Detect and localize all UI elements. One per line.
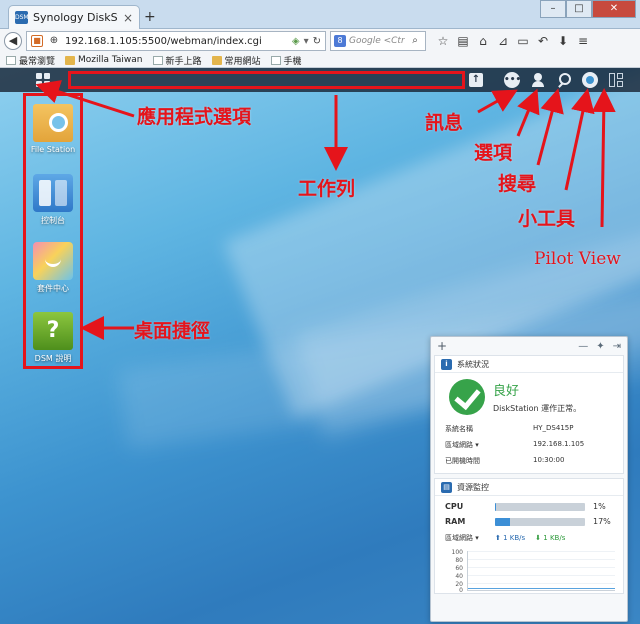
page-icon [270,55,281,65]
status-row: 良好 DiskStation 運作正常。 [435,373,623,421]
annotation-pilot-view: Pilot View [534,249,621,269]
tab-title: Synology DiskStation - H... [33,11,118,24]
search-bar[interactable]: 8 Google <Ctrl+K> ⌕ [330,31,426,51]
axis-tick: 0 [459,587,463,594]
toolbar-icons: ☆ ▤ ⌂ ⊿ ▭ ↶ ⬇ ≡ [436,33,590,49]
bookmark-item[interactable]: 最常瀏覽 [6,54,55,67]
back-icon[interactable]: ◀ [4,32,22,50]
home-icon[interactable]: ⌂ [476,33,490,49]
annotation-options: 選項 [474,142,513,164]
page-icon [6,55,16,65]
bookmark-item[interactable]: 手機 [270,54,302,67]
info-row[interactable]: 區域網路 ▾ 192.168.1.105 [435,437,623,453]
annotation-taskbar: 工作列 [298,178,356,200]
search-engine-icon[interactable]: 8 [334,35,346,47]
dsm-desktop[interactable]: ↑ ••• File Station 控制台 套件中心 ? DSM 說明 應用程… [0,68,640,624]
annotation-desktop-shortcuts: 桌面捷徑 [134,320,211,342]
browser-titlebar: DSM Synology DiskStation - H... × + – □ … [0,0,640,29]
annotation-widgets: 小工具 [518,208,576,230]
chat-icon[interactable]: ▭ [516,33,530,49]
network-row[interactable]: 區域網路 ▾ ⬆ 1 KB/s ⬇ 1 KB/s [435,529,623,547]
download-icon[interactable]: ⬇ [556,33,570,49]
upload-speed: ⬆ 1 KB/s [495,534,526,542]
bookmark-list-icon[interactable]: ▤ [456,33,470,49]
minimize-icon[interactable]: – [540,0,566,18]
minimize-icon[interactable]: — [578,341,588,352]
widget-title-bar: i 系統狀況 [435,356,623,373]
folder-icon [65,55,76,65]
system-status-widget: i 系統狀況 良好 DiskStation 運作正常。 系統名稱 HY_DS41… [434,355,624,474]
cpu-bar-fill [495,502,496,511]
url-text[interactable]: 192.168.1.105:5500/webman/index.cgi [65,36,288,47]
network-chart: 100 80 60 40 20 0 [443,549,615,594]
annotation-messages: 訊息 [425,112,464,134]
undo-icon[interactable]: ↶ [536,33,550,49]
widget-title-bar: ▤ 資源監控 [435,479,623,496]
axis-tick: 80 [455,557,463,564]
axis-tick: 40 [455,573,463,580]
tab-close-icon[interactable]: × [123,11,133,25]
info-row: 已開機時間 10:30:00 [445,456,565,465]
bookmark-item[interactable]: 新手上路 [152,54,202,67]
addon-icon[interactable]: ■ [31,35,43,47]
monitor-icon: ▤ [441,481,452,493]
page-icon [152,55,163,65]
widget-panel: + — ✦ ⇥ i 系統狀況 良好 DiskStation 運作正常。 系統名稱… [430,336,628,622]
maximize-icon[interactable]: □ [566,0,592,18]
status-message: DiskStation 運作正常。 [493,404,582,413]
crop-icon[interactable]: ⊿ [496,33,510,49]
site-identity-icon[interactable]: ⊕ [47,33,61,49]
widget-title: 系統狀況 [457,359,489,369]
chart-line [468,588,615,589]
shield-icon[interactable]: ◈ [292,36,300,47]
bookmarks-bar: 最常瀏覽 Mozilla Taiwan 新手上路 常用網站 手機 [0,53,640,68]
chart-axis: 100 80 60 40 20 0 [443,549,465,594]
resource-monitor-widget: ▤ 資源監控 CPU 1% RAM 17% 區域網路 ▾ ⬆ 1 KB/s ⬇ … [434,478,624,594]
chart-plot [467,551,615,591]
close-window-icon[interactable]: ✕ [592,0,636,18]
widget-title: 資源監控 [457,482,489,492]
bookmark-item[interactable]: 常用網站 [211,54,261,67]
ram-bar [495,517,585,526]
widget-panel-header: + — ✦ ⇥ [431,337,627,355]
bookmark-item[interactable]: Mozilla Taiwan [65,55,143,65]
annotation-search: 搜尋 [498,173,537,195]
search-icon[interactable]: ⌕ [408,33,422,49]
browser-navbar: ◀ ■ ⊕ 192.168.1.105:5500/webman/index.cg… [0,29,640,53]
new-tab-button[interactable]: + [144,9,156,25]
menu-icon[interactable]: ≡ [576,33,590,49]
window-controls: – □ ✕ [540,0,636,18]
cpu-bar [495,502,585,511]
info-row: 系統名稱 HY_DS415P [445,424,574,433]
browser-tab[interactable]: DSM Synology DiskStation - H... × [8,5,140,29]
ram-row: RAM 17% [445,517,611,526]
reload-icon[interactable]: ↻ [313,36,321,47]
add-widget-button[interactable]: + [437,339,447,353]
ram-bar-fill [495,517,511,526]
pin-icon[interactable]: ✦ [596,341,604,352]
search-input[interactable]: Google <Ctrl+K> [349,36,405,46]
collapse-icon[interactable]: ⇥ [613,341,621,352]
status-text: 良好 [493,384,520,399]
download-speed: ⬇ 1 KB/s [535,534,566,542]
dropdown-icon[interactable]: ▾ [304,36,309,47]
info-icon: i [441,358,452,370]
folder-icon [211,55,222,65]
annotation-app-menu: 應用程式選項 [137,106,252,128]
bookmark-star-icon[interactable]: ☆ [436,33,450,49]
dsm-favicon-icon: DSM [15,11,29,24]
axis-tick: 60 [455,565,463,572]
check-icon [449,379,485,415]
axis-tick: 100 [451,549,463,556]
address-bar[interactable]: ■ ⊕ 192.168.1.105:5500/webman/index.cgi … [26,31,326,51]
cpu-row: CPU 1% [445,502,606,511]
